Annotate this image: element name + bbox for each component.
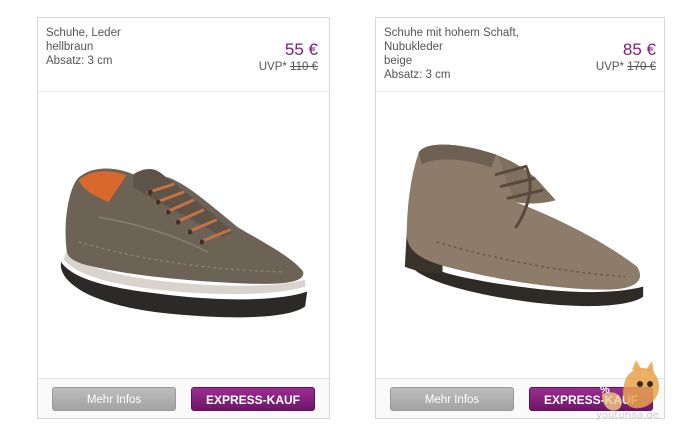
card-actions: Mehr Infos EXPRESS-KAUF <box>38 378 329 418</box>
product-info: Schuhe, Leder hellbraun Absatz: 3 cm 55 … <box>38 18 329 92</box>
product-uvp: UVP* 110 € <box>259 61 318 73</box>
express-buy-button[interactable]: EXPRESS-KAUF <box>191 387 315 411</box>
product-description: Schuhe mit hohem Schaft, Nubukleder beig… <box>384 26 519 82</box>
desc-line: Absatz: 3 cm <box>46 55 113 67</box>
product-description: Schuhe, Leder hellbraun Absatz: 3 cm <box>46 26 121 68</box>
low-shoe-image[interactable] <box>39 92 328 382</box>
product-price: 85 € <box>622 40 656 59</box>
uvp-label: UVP* <box>258 61 287 73</box>
uvp-old-price: 170 € <box>627 61 656 73</box>
product-uvp: UVP* 170 € <box>596 61 656 73</box>
more-info-button[interactable]: Mehr Infos <box>52 387 176 411</box>
watermark-badge: % <box>600 384 610 396</box>
watermark-text: youtuhaa.de <box>596 410 659 421</box>
desc-line: hellbraun <box>46 41 94 53</box>
desc-line: Absatz: 3 cm <box>384 69 451 81</box>
product-price: 55 € <box>284 40 318 59</box>
product-card[interactable]: Schuhe, Leder hellbraun Absatz: 3 cm 55 … <box>37 17 330 419</box>
uvp-label: UVP* <box>595 61 625 73</box>
desc-line: beige <box>384 55 413 67</box>
desc-line: Schuhe, Leder <box>46 27 121 39</box>
product-info: Schuhe mit hohem Schaft, Nubukleder beig… <box>376 18 667 92</box>
uvp-old-price: 110 € <box>290 61 318 73</box>
desert-boot-image[interactable] <box>377 92 666 382</box>
more-info-button[interactable]: Mehr Infos <box>390 387 514 411</box>
desc-line: Nubukleder <box>384 41 443 53</box>
desc-line: Schuhe mit hohem Schaft, <box>384 27 519 39</box>
